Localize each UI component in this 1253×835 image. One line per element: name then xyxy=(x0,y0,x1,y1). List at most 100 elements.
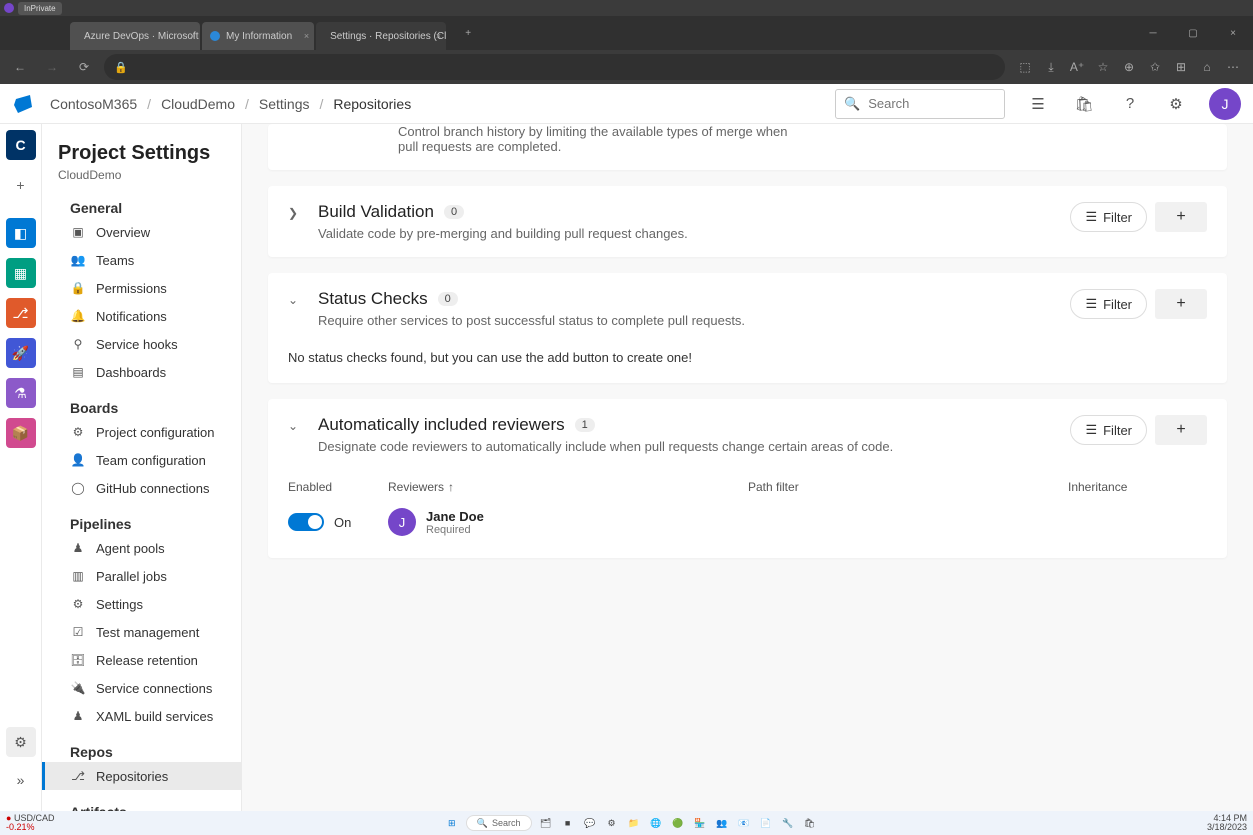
forward-button[interactable]: → xyxy=(40,55,64,79)
user-settings-icon[interactable]: ⚙ xyxy=(1163,91,1189,117)
team-gear-icon: 👤 xyxy=(70,452,86,468)
sidebar-item-agent-pools[interactable]: ♟Agent pools xyxy=(42,534,241,562)
address-bar[interactable]: 🔒 xyxy=(104,54,1005,80)
toolbar-icon[interactable]: ⤓ xyxy=(1039,55,1063,79)
add-button[interactable]: + xyxy=(1155,415,1207,445)
taskbar-app-icon[interactable]: 🏪 xyxy=(692,815,708,831)
test-plans-icon[interactable]: ⚗ xyxy=(6,378,36,408)
close-window-button[interactable]: × xyxy=(1213,16,1253,50)
col-inheritance[interactable]: Inheritance xyxy=(1068,480,1207,494)
taskbar: ● USD/CAD -0.21% ⊞ 🔍Search 🗂 ■ 💬 ⚙ 📁 🌐 🟢… xyxy=(0,811,1253,835)
taskbar-app-icon[interactable]: 📁 xyxy=(626,815,642,831)
col-path-filter[interactable]: Path filter xyxy=(748,480,1068,494)
sidebar-item-overview[interactable]: ▣Overview xyxy=(42,218,241,246)
taskbar-search[interactable]: 🔍Search xyxy=(466,815,532,831)
filter-button[interactable]: ☰Filter xyxy=(1070,415,1147,445)
filter-button[interactable]: ☰Filter xyxy=(1070,289,1147,319)
sidebar-item-service-hooks[interactable]: ⚲Service hooks xyxy=(42,330,241,358)
search-input[interactable]: 🔍 Search xyxy=(835,89,1005,119)
minimize-button[interactable]: ─ xyxy=(1133,16,1173,50)
taskbar-app-icon[interactable]: ■ xyxy=(560,815,576,831)
sidebar-item-team-config[interactable]: 👤Team configuration xyxy=(42,446,241,474)
more-icon[interactable]: ⋯ xyxy=(1221,55,1245,79)
pipelines-icon[interactable]: 🚀 xyxy=(6,338,36,368)
toolbar-icon[interactable]: A⁺ xyxy=(1065,55,1089,79)
sidebar-item-test-mgmt[interactable]: ☑Test management xyxy=(42,618,241,646)
new-tab-button[interactable]: + xyxy=(448,16,488,50)
boards-icon[interactable]: ▦ xyxy=(6,258,36,288)
browser-toolbar: ← → ⟳ 🔒 ⬚ ⤓ A⁺ ☆ ⊕ ✩ ⊞ ⌂ ⋯ xyxy=(0,50,1253,84)
sidebar-item-notifications[interactable]: 🔔Notifications xyxy=(42,302,241,330)
toolbar-icon[interactable]: ⬚ xyxy=(1013,55,1037,79)
col-reviewers[interactable]: Reviewers↑ xyxy=(388,480,748,494)
sidebar-item-release-retention[interactable]: 🗄Release retention xyxy=(42,646,241,674)
taskbar-app-icon[interactable]: 🔧 xyxy=(780,815,796,831)
help-icon[interactable]: ? xyxy=(1117,91,1143,117)
artifacts-icon[interactable]: 📦 xyxy=(6,418,36,448)
sidebar-item-repositories[interactable]: ⎇Repositories xyxy=(42,762,241,790)
project-avatar[interactable]: C xyxy=(6,130,36,160)
col-enabled[interactable]: Enabled xyxy=(288,480,388,494)
sidebar-item-github[interactable]: ◯GitHub connections xyxy=(42,474,241,502)
taskbar-app-icon[interactable]: 🌐 xyxy=(648,815,664,831)
refresh-button[interactable]: ⟳ xyxy=(72,55,96,79)
enabled-toggle[interactable] xyxy=(288,513,324,531)
taskbar-app-icon[interactable]: 🛍 xyxy=(802,815,818,831)
breadcrumb-item[interactable]: Repositories xyxy=(333,96,411,112)
settings-icon[interactable]: ⚙ xyxy=(6,727,36,757)
sidebar-item-parallel-jobs[interactable]: ▥Parallel jobs xyxy=(42,562,241,590)
hook-icon: ⚲ xyxy=(70,336,86,352)
chevron-right-icon[interactable]: ❯ xyxy=(288,206,306,220)
nav-rail: C + ◧ ▦ ⎇ 🚀 ⚗ 📦 ⚙ » xyxy=(0,124,42,811)
taskbar-app-icon[interactable]: 📧 xyxy=(736,815,752,831)
taskbar-app-icon[interactable]: 🟢 xyxy=(670,815,686,831)
extensions-icon[interactable]: ⌂ xyxy=(1195,55,1219,79)
sidebar-item-project-config[interactable]: ⚙Project configuration xyxy=(42,418,241,446)
sidebar-item-dashboards[interactable]: ▤Dashboards xyxy=(42,358,241,386)
start-button[interactable]: ⊞ xyxy=(444,815,460,831)
add-button[interactable]: + xyxy=(1155,289,1207,319)
app-header: ContosoM365 / CloudDemo / Settings / Rep… xyxy=(0,84,1253,124)
close-icon[interactable]: × xyxy=(436,31,441,41)
browser-tab[interactable]: My Information× xyxy=(202,22,314,50)
taskbar-widget[interactable]: ● USD/CAD -0.21% xyxy=(0,814,60,832)
taskbar-app-icon[interactable]: 🗂 xyxy=(538,815,554,831)
browser-tab[interactable]: Azure DevOps · Microsoft Azure× xyxy=(70,22,200,50)
back-button[interactable]: ← xyxy=(8,55,32,79)
add-button[interactable]: + xyxy=(1155,202,1207,232)
taskbar-clock[interactable]: 4:14 PM 3/18/2023 xyxy=(1201,814,1253,832)
sidebar-item-service-connections[interactable]: 🔌Service connections xyxy=(42,674,241,702)
add-button[interactable]: + xyxy=(6,170,36,200)
maximize-button[interactable]: ▢ xyxy=(1173,16,1213,50)
toolbar-icon[interactable]: ⊞ xyxy=(1169,55,1193,79)
avatar[interactable]: J xyxy=(1209,88,1241,120)
list-icon[interactable]: ☰ xyxy=(1025,91,1051,117)
table-row[interactable]: On J Jane Doe Required xyxy=(288,502,1207,542)
plug-icon: 🔌 xyxy=(70,680,86,696)
toolbar-icon[interactable]: ⊕ xyxy=(1117,55,1141,79)
favorites-icon[interactable]: ✩ xyxy=(1143,55,1167,79)
repos-icon[interactable]: ⎇ xyxy=(6,298,36,328)
overview-icon[interactable]: ◧ xyxy=(6,218,36,248)
chevron-down-icon[interactable]: ⌄ xyxy=(288,293,306,307)
sidebar-item-teams[interactable]: 👥Teams xyxy=(42,246,241,274)
shopping-bag-icon[interactable]: 🛍 xyxy=(1071,91,1097,117)
sidebar-item-pipeline-settings[interactable]: ⚙Settings xyxy=(42,590,241,618)
browser-tab-active[interactable]: Settings · Repositories (CloudD× xyxy=(316,22,446,50)
expand-icon[interactable]: » xyxy=(6,765,36,795)
breadcrumb-item[interactable]: CloudDemo xyxy=(161,96,235,112)
taskbar-app-icon[interactable]: 💬 xyxy=(582,815,598,831)
devops-logo-icon[interactable] xyxy=(12,93,34,115)
close-icon[interactable]: × xyxy=(190,31,195,41)
breadcrumb-item[interactable]: Settings xyxy=(259,96,310,112)
breadcrumb-item[interactable]: ContosoM365 xyxy=(50,96,137,112)
favorite-icon[interactable]: ☆ xyxy=(1091,55,1115,79)
taskbar-app-icon[interactable]: 👥 xyxy=(714,815,730,831)
sidebar-item-xaml[interactable]: ♟XAML build services xyxy=(42,702,241,730)
sidebar-item-permissions[interactable]: 🔒Permissions xyxy=(42,274,241,302)
close-icon[interactable]: × xyxy=(304,31,309,41)
filter-button[interactable]: ☰Filter xyxy=(1070,202,1147,232)
taskbar-app-icon[interactable]: 📄 xyxy=(758,815,774,831)
chevron-down-icon[interactable]: ⌄ xyxy=(288,419,306,433)
taskbar-app-icon[interactable]: ⚙ xyxy=(604,815,620,831)
